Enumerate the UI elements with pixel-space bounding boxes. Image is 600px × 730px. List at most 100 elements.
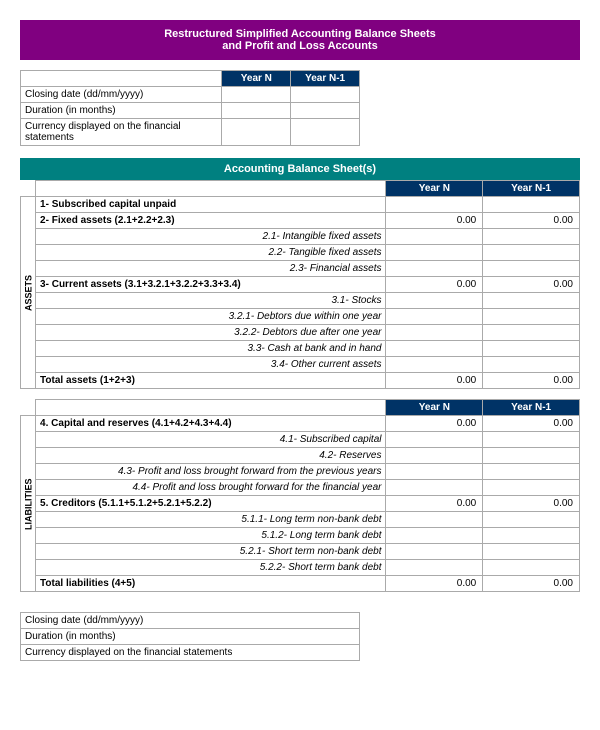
liabilities-row: 4.2- Reserves bbox=[21, 448, 580, 464]
liabilities-row-yearN bbox=[386, 528, 483, 544]
assets-row-label: 2.3- Financial assets bbox=[36, 261, 386, 277]
assets-table: Year N Year N-1 ASSETS1- Subscribed capi… bbox=[20, 180, 580, 389]
assets-yearN-header: Year N bbox=[386, 181, 483, 197]
liabilities-row-yearN1 bbox=[483, 432, 580, 448]
assets-row: Total assets (1+2+3)0.000.00 bbox=[21, 373, 580, 389]
assets-row: 2- Fixed assets (2.1+2.2+2.3)0.000.00 bbox=[21, 213, 580, 229]
assets-row-label: 3.1- Stocks bbox=[36, 293, 386, 309]
assets-row-yearN1 bbox=[483, 309, 580, 325]
liabilities-row-yearN1: 0.00 bbox=[483, 416, 580, 432]
liabilities-row-label: 5.1.2- Long term bank debt bbox=[36, 528, 386, 544]
liabilities-row-yearN1 bbox=[483, 512, 580, 528]
header-yearN: Year N bbox=[222, 71, 291, 87]
liabilities-row-label: Total liabilities (4+5) bbox=[36, 576, 386, 592]
liabilities-row: 5.1.1- Long term non-bank debt bbox=[21, 512, 580, 528]
liabilities-row-label: 5.1.1- Long term non-bank debt bbox=[36, 512, 386, 528]
info-table-bottom: Closing date (dd/mm/yyyy) Duration (in m… bbox=[20, 612, 360, 661]
assets-row: 3.2.1- Debtors due within one year bbox=[21, 309, 580, 325]
liabilities-row: Total liabilities (4+5)0.000.00 bbox=[21, 576, 580, 592]
liabilities-row-label: 4.2- Reserves bbox=[36, 448, 386, 464]
assets-row-label: 3.2.2- Debtors due after one year bbox=[36, 325, 386, 341]
assets-row: 3.3- Cash at bank and in hand bbox=[21, 341, 580, 357]
liabilities-row-yearN1 bbox=[483, 528, 580, 544]
liabilities-row-yearN1 bbox=[483, 448, 580, 464]
liabilities-row-yearN: 0.00 bbox=[386, 496, 483, 512]
liabilities-row-label: 5. Creditors (5.1.1+5.1.2+5.2.1+5.2.2) bbox=[36, 496, 386, 512]
liabilities-yearN1-header: Year N-1 bbox=[483, 400, 580, 416]
assets-row-yearN1: 0.00 bbox=[483, 277, 580, 293]
assets-row: 2.2- Tangible fixed assets bbox=[21, 245, 580, 261]
info-row-duration: Duration (in months) bbox=[21, 103, 360, 119]
assets-row-yearN bbox=[386, 261, 483, 277]
liabilities-row-yearN bbox=[386, 480, 483, 496]
assets-row: 3.2.2- Debtors due after one year bbox=[21, 325, 580, 341]
info-row-duration-b: Duration (in months) bbox=[21, 629, 360, 645]
assets-row-label: 1- Subscribed capital unpaid bbox=[36, 197, 386, 213]
liabilities-row-yearN bbox=[386, 560, 483, 576]
liabilities-row: 4.3- Profit and loss brought forward fro… bbox=[21, 464, 580, 480]
info-row-currency-b: Currency displayed on the financial stat… bbox=[21, 645, 360, 661]
liabilities-row-label: 4.3- Profit and loss brought forward fro… bbox=[36, 464, 386, 480]
assets-row-label: 3.3- Cash at bank and in hand bbox=[36, 341, 386, 357]
assets-row: 3.1- Stocks bbox=[21, 293, 580, 309]
balance-sheet-header: Accounting Balance Sheet(s) bbox=[20, 158, 580, 180]
liabilities-header-row: Year N Year N-1 bbox=[21, 400, 580, 416]
assets-row: ASSETS1- Subscribed capital unpaid bbox=[21, 197, 580, 213]
liabilities-row: 4.1- Subscribed capital bbox=[21, 432, 580, 448]
assets-row: 3.4- Other current assets bbox=[21, 357, 580, 373]
liabilities-row-yearN bbox=[386, 432, 483, 448]
liabilities-row-yearN1: 0.00 bbox=[483, 576, 580, 592]
main-title: Restructured Simplified Accounting Balan… bbox=[20, 20, 580, 60]
assets-row-yearN1 bbox=[483, 357, 580, 373]
assets-row-yearN1: 0.00 bbox=[483, 373, 580, 389]
liabilities-row-yearN bbox=[386, 544, 483, 560]
liabilities-row-label: 5.2.2- Short term bank debt bbox=[36, 560, 386, 576]
liabilities-row-label: 5.2.1- Short term non-bank debt bbox=[36, 544, 386, 560]
liabilities-row-yearN1 bbox=[483, 464, 580, 480]
assets-row-label: 3.4- Other current assets bbox=[36, 357, 386, 373]
assets-row-label: 2.2- Tangible fixed assets bbox=[36, 245, 386, 261]
liabilities-row-yearN bbox=[386, 512, 483, 528]
header-yearN1: Year N-1 bbox=[291, 71, 360, 87]
info-row-yearN-header: Year N Year N-1 bbox=[21, 71, 360, 87]
liabilities-row-yearN bbox=[386, 464, 483, 480]
assets-row-label: 3- Current assets (3.1+3.2.1+3.2.2+3.3+3… bbox=[36, 277, 386, 293]
liabilities-row-yearN1 bbox=[483, 480, 580, 496]
assets-row-label: 2- Fixed assets (2.1+2.2+2.3) bbox=[36, 213, 386, 229]
info-table-top: Year N Year N-1 Closing date (dd/mm/yyyy… bbox=[20, 70, 360, 146]
assets-header-row: Year N Year N-1 bbox=[21, 181, 580, 197]
liabilities-rotated-label: LIABILITIES bbox=[21, 416, 36, 592]
liabilities-row: 5.2.1- Short term non-bank debt bbox=[21, 544, 580, 560]
liabilities-row: 5.1.2- Long term bank debt bbox=[21, 528, 580, 544]
assets-row-yearN bbox=[386, 325, 483, 341]
liabilities-row-label: 4. Capital and reserves (4.1+4.2+4.3+4.4… bbox=[36, 416, 386, 432]
info-row-closing-b: Closing date (dd/mm/yyyy) bbox=[21, 613, 360, 629]
liabilities-row-yearN: 0.00 bbox=[386, 416, 483, 432]
assets-rotated-label: ASSETS bbox=[21, 197, 36, 389]
liabilities-row-yearN1 bbox=[483, 560, 580, 576]
liabilities-row: 4.4- Profit and loss brought forward for… bbox=[21, 480, 580, 496]
assets-row-yearN1 bbox=[483, 341, 580, 357]
assets-row-yearN bbox=[386, 357, 483, 373]
liabilities-row-yearN bbox=[386, 448, 483, 464]
assets-row-yearN bbox=[386, 229, 483, 245]
assets-row-yearN bbox=[386, 309, 483, 325]
assets-row-yearN1 bbox=[483, 325, 580, 341]
assets-row-yearN: 0.00 bbox=[386, 213, 483, 229]
assets-row: 3- Current assets (3.1+3.2.1+3.2.2+3.3+3… bbox=[21, 277, 580, 293]
assets-row: 2.3- Financial assets bbox=[21, 261, 580, 277]
liabilities-row: 5. Creditors (5.1.1+5.1.2+5.2.1+5.2.2)0.… bbox=[21, 496, 580, 512]
assets-row-yearN bbox=[386, 341, 483, 357]
liabilities-yearN-header: Year N bbox=[386, 400, 483, 416]
assets-row-label: 3.2.1- Debtors due within one year bbox=[36, 309, 386, 325]
assets-row-yearN1 bbox=[483, 229, 580, 245]
liabilities-row-yearN: 0.00 bbox=[386, 576, 483, 592]
assets-row-label: 2.1- Intangible fixed assets bbox=[36, 229, 386, 245]
liabilities-table: Year N Year N-1 LIABILITIES4. Capital an… bbox=[20, 399, 580, 592]
assets-row-yearN: 0.00 bbox=[386, 373, 483, 389]
liabilities-row-label: 4.4- Profit and loss brought forward for… bbox=[36, 480, 386, 496]
assets-row: 2.1- Intangible fixed assets bbox=[21, 229, 580, 245]
assets-row-yearN1 bbox=[483, 261, 580, 277]
info-row-currency: Currency displayed on the financial stat… bbox=[21, 119, 360, 146]
assets-row-yearN1 bbox=[483, 245, 580, 261]
